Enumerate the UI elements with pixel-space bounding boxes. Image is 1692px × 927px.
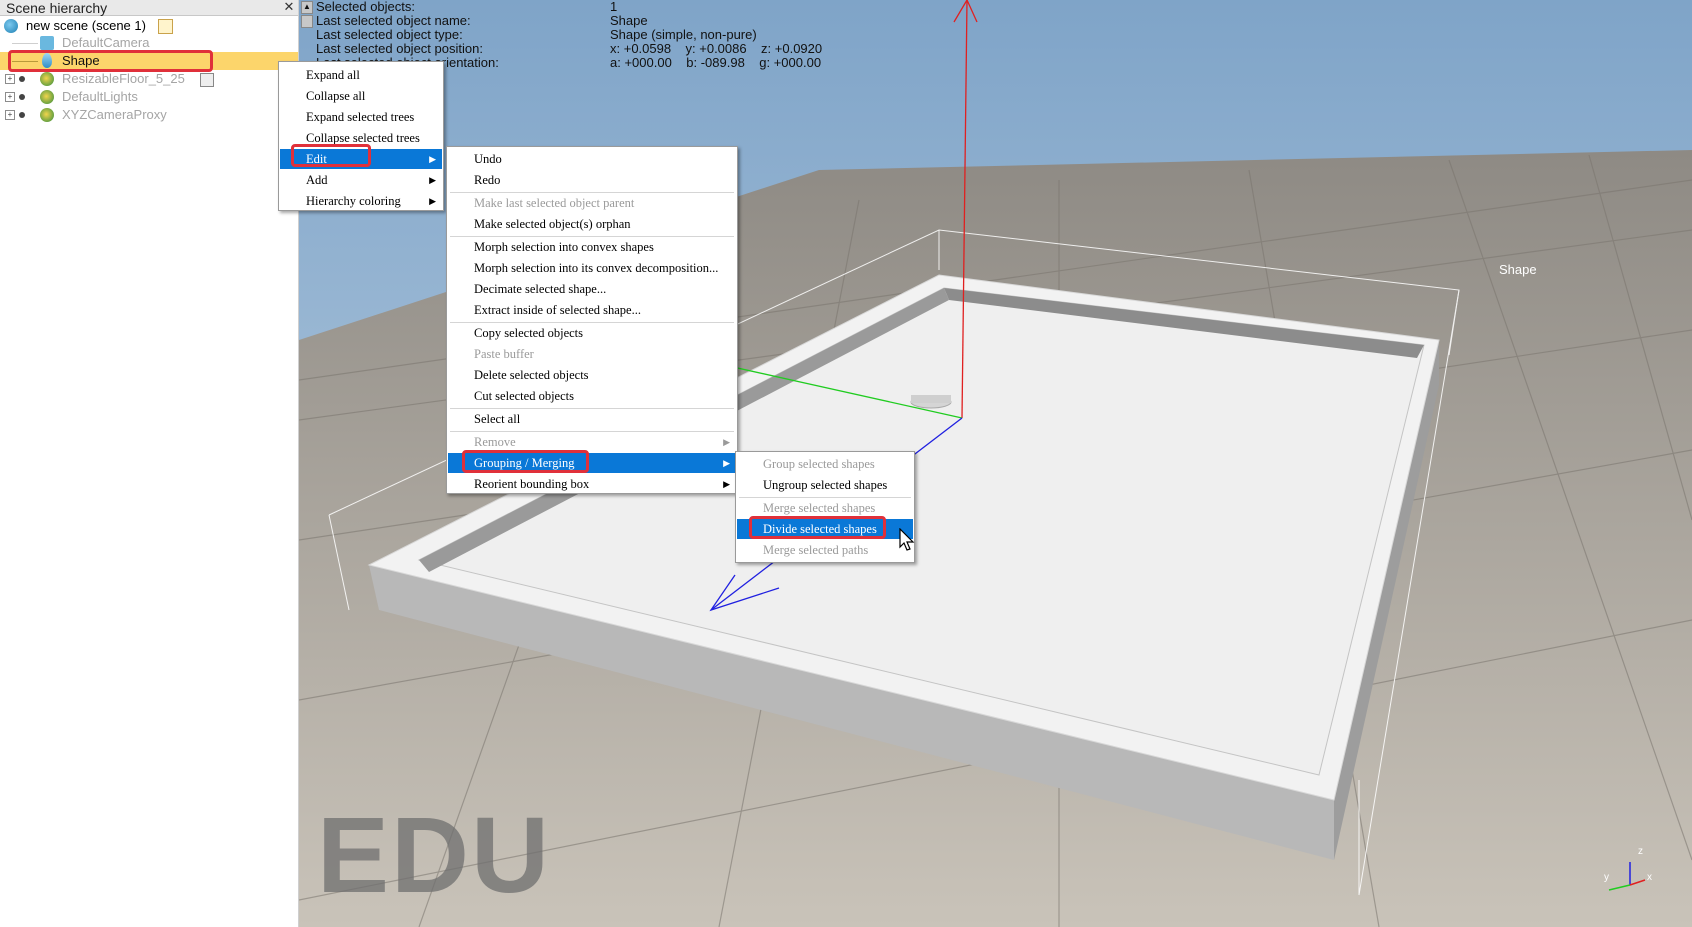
- gizmo-y-label: y: [1604, 872, 1609, 883]
- menu-item-label: Reorient bounding box: [474, 477, 590, 491]
- menu-item-remove[interactable]: Remove ▶: [448, 432, 736, 452]
- info-key: Last selected object name:: [316, 13, 471, 28]
- tree-row-default-lights[interactable]: + DefaultLights: [0, 88, 298, 106]
- mouse-cursor-icon: [899, 528, 915, 551]
- expand-toggle[interactable]: +: [5, 110, 15, 120]
- submenu-arrow-icon: ▶: [723, 437, 730, 447]
- grouping-submenu: Group selected shapes Ungroup selected s…: [735, 451, 915, 563]
- tree-row-resizable-floor[interactable]: + ResizableFloor_5_25: [0, 70, 298, 88]
- context-menu: Expand all Collapse all Expand selected …: [278, 61, 444, 211]
- submenu-arrow-icon: ▶: [429, 196, 436, 206]
- menu-item-redo[interactable]: Redo: [448, 170, 736, 190]
- submenu-arrow-icon: ▶: [723, 458, 730, 468]
- script-icon[interactable]: [200, 73, 214, 87]
- menu-item-paste[interactable]: Paste buffer: [448, 344, 736, 364]
- info-toggle[interactable]: ▲: [301, 1, 313, 14]
- menu-item-merge-paths[interactable]: Merge selected paths: [737, 540, 913, 560]
- tree-item-label: XYZCameraProxy: [62, 107, 167, 122]
- menu-item-label: Hierarchy coloring: [306, 194, 401, 208]
- info-value: a: +000.00 b: -089.98 g: +000.00: [610, 55, 822, 70]
- info-value: 1: [610, 0, 618, 14]
- annotation-highlight-grouping: [462, 450, 589, 473]
- tree-node-dot: [19, 112, 25, 118]
- menu-item-hierarchy-coloring[interactable]: Hierarchy coloring ▶: [280, 191, 442, 211]
- menu-item-merge-shapes[interactable]: Merge selected shapes: [737, 498, 913, 518]
- menu-item-make-parent[interactable]: Make last selected object parent: [448, 193, 736, 213]
- annotation-highlight-shape: [8, 50, 213, 72]
- info-value: x: +0.0598 y: +0.0086 z: +0.0920: [610, 41, 823, 56]
- menu-item-expand-selected-trees[interactable]: Expand selected trees: [280, 107, 442, 127]
- annotation-highlight-edit: [291, 144, 371, 167]
- camera-icon: [40, 36, 54, 50]
- menu-item-expand-all[interactable]: Expand all: [280, 65, 442, 85]
- annotation-highlight-divide: [749, 516, 886, 539]
- scene-hierarchy-panel: Scene hierarchy ✕ new scene (scene 1) De…: [0, 0, 299, 927]
- menu-item-group-shapes[interactable]: Group selected shapes: [737, 454, 913, 474]
- submenu-arrow-icon: ▶: [429, 154, 436, 164]
- info-value: Shape: [610, 13, 648, 28]
- lights-icon: [40, 90, 54, 104]
- menu-item-extract-inside[interactable]: Extract inside of selected shape...: [448, 300, 736, 320]
- menu-item-select-all[interactable]: Select all: [448, 409, 736, 429]
- submenu-arrow-icon: ▶: [723, 479, 730, 489]
- menu-item-morph-convex[interactable]: Morph selection into convex shapes: [448, 237, 736, 257]
- panel-title: Scene hierarchy ✕: [0, 0, 298, 16]
- tree-item-label: new scene (scene 1): [26, 18, 146, 33]
- gizmo-x-label: x: [1647, 872, 1652, 883]
- menu-item-cut[interactable]: Cut selected objects: [448, 386, 736, 406]
- tree-node-dot: [19, 76, 25, 82]
- menu-item-collapse-all[interactable]: Collapse all: [280, 86, 442, 106]
- tree-item-label: DefaultLights: [62, 89, 138, 104]
- tree-line: [12, 43, 38, 44]
- menu-item-morph-decomposition[interactable]: Morph selection into its convex decompos…: [448, 258, 736, 278]
- info-value: Shape (simple, non-pure): [610, 27, 757, 42]
- menu-item-make-orphan[interactable]: Make selected object(s) orphan: [448, 214, 736, 234]
- edit-submenu: Undo Redo Make last selected object pare…: [446, 146, 738, 494]
- tree-row-xyz-camera-proxy[interactable]: + XYZCameraProxy: [0, 106, 298, 124]
- gizmo-z-label: z: [1638, 846, 1643, 857]
- menu-item-label: Add: [306, 173, 328, 187]
- expand-toggle[interactable]: +: [5, 92, 15, 102]
- tree-node-dot: [19, 94, 25, 100]
- object-label: Shape: [1499, 262, 1537, 277]
- submenu-arrow-icon: ▶: [429, 175, 436, 185]
- floor-icon: [40, 72, 54, 86]
- info-key: Last selected object position:: [316, 41, 483, 56]
- scene-globe-icon: [4, 19, 18, 33]
- menu-item-copy[interactable]: Copy selected objects: [448, 323, 736, 343]
- panel-title-text: Scene hierarchy: [6, 0, 108, 16]
- script-icon[interactable]: [158, 19, 173, 34]
- info-key: Selected objects:: [316, 0, 416, 14]
- tree-row-scene[interactable]: new scene (scene 1): [0, 17, 298, 35]
- menu-item-decimate[interactable]: Decimate selected shape...: [448, 279, 736, 299]
- close-icon[interactable]: ✕: [282, 0, 296, 14]
- menu-item-delete[interactable]: Delete selected objects: [448, 365, 736, 385]
- tree-item-label: ResizableFloor_5_25: [62, 71, 185, 86]
- info-toggle-2[interactable]: [301, 15, 313, 28]
- menu-item-label: Remove: [474, 435, 516, 449]
- camera-proxy-icon: [40, 108, 54, 122]
- menu-item-add[interactable]: Add ▶: [280, 170, 442, 190]
- edu-watermark: EDU: [317, 794, 552, 915]
- menu-item-undo[interactable]: Undo: [448, 149, 736, 169]
- menu-item-reorient-bounding-box[interactable]: Reorient bounding box ▶: [448, 474, 736, 494]
- expand-toggle[interactable]: +: [5, 74, 15, 84]
- cylinder-body: [911, 395, 951, 403]
- menu-item-ungroup-shapes[interactable]: Ungroup selected shapes: [737, 475, 913, 495]
- info-key: Last selected object type:: [316, 27, 463, 42]
